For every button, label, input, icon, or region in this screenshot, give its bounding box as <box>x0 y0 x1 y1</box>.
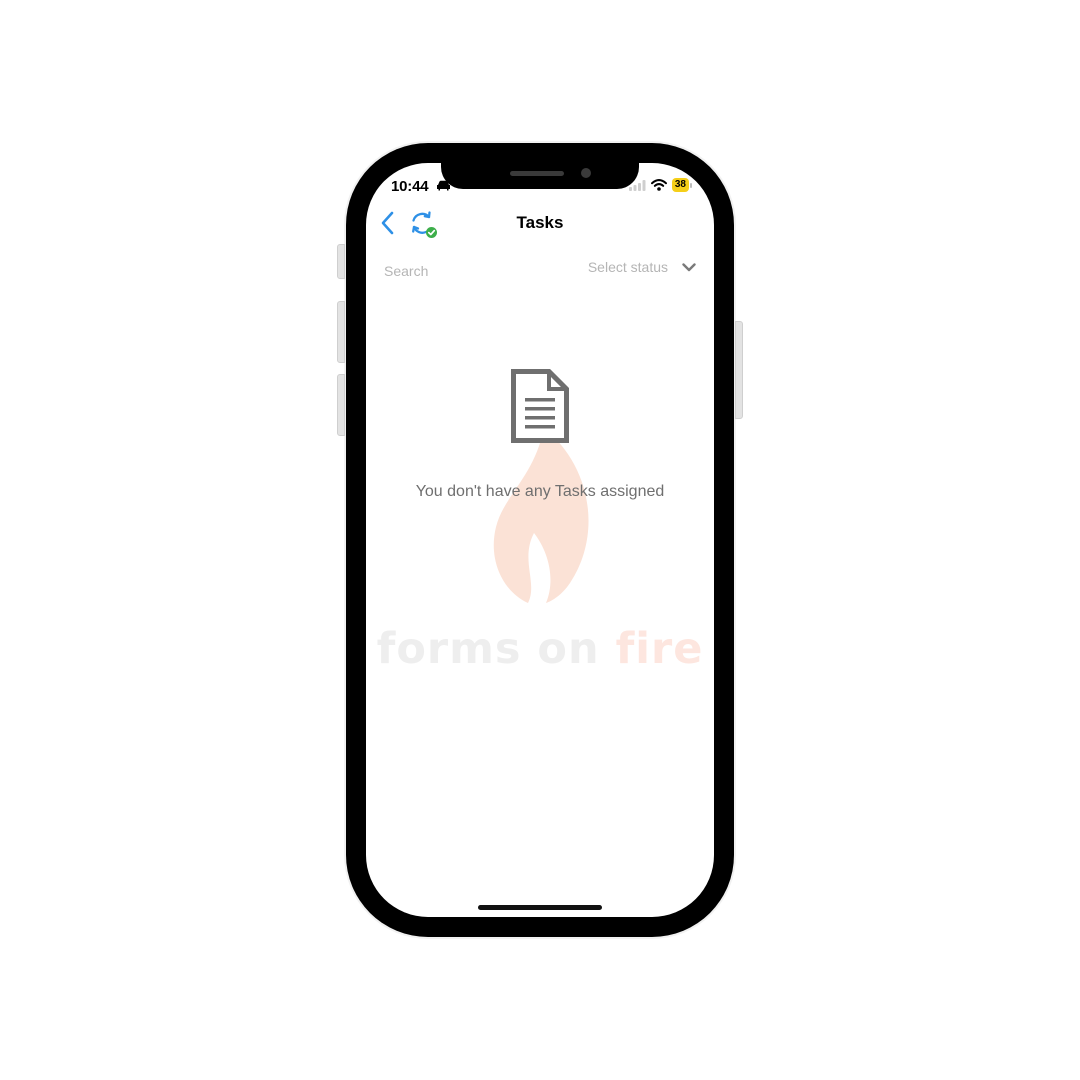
status-time: 10:44 <box>391 178 429 195</box>
flame-logo <box>493 428 589 603</box>
power-button <box>735 321 743 419</box>
page-title: Tasks <box>516 213 564 232</box>
document-icon <box>511 369 569 443</box>
search-input[interactable] <box>384 261 554 281</box>
empty-state-message: You don't have any Tasks assigned <box>415 483 665 500</box>
wifi-icon <box>650 179 667 191</box>
app-screen: 10:44 38 Tasks Select status <box>366 163 714 917</box>
mute-switch <box>337 244 345 279</box>
chevron-down-icon <box>682 262 696 271</box>
watermark-brand-primary: forms on <box>377 624 616 673</box>
battery-icon: 38 <box>671 178 689 192</box>
volume-up-button <box>337 301 345 363</box>
speaker-grille <box>510 171 564 176</box>
brand-watermark: forms on fire <box>377 428 704 673</box>
status-select-label: Select status <box>587 259 668 275</box>
volume-down-button <box>337 374 345 436</box>
svg-text:forms on fire: forms on fire <box>377 624 704 673</box>
status-select[interactable]: Select status <box>588 259 696 275</box>
battery-tip <box>690 182 692 188</box>
home-indicator[interactable] <box>478 905 602 910</box>
front-camera <box>581 168 591 178</box>
notch <box>441 143 639 189</box>
status-indicators: 38 <box>628 178 692 192</box>
watermark-brand-accent: fire <box>616 624 704 673</box>
